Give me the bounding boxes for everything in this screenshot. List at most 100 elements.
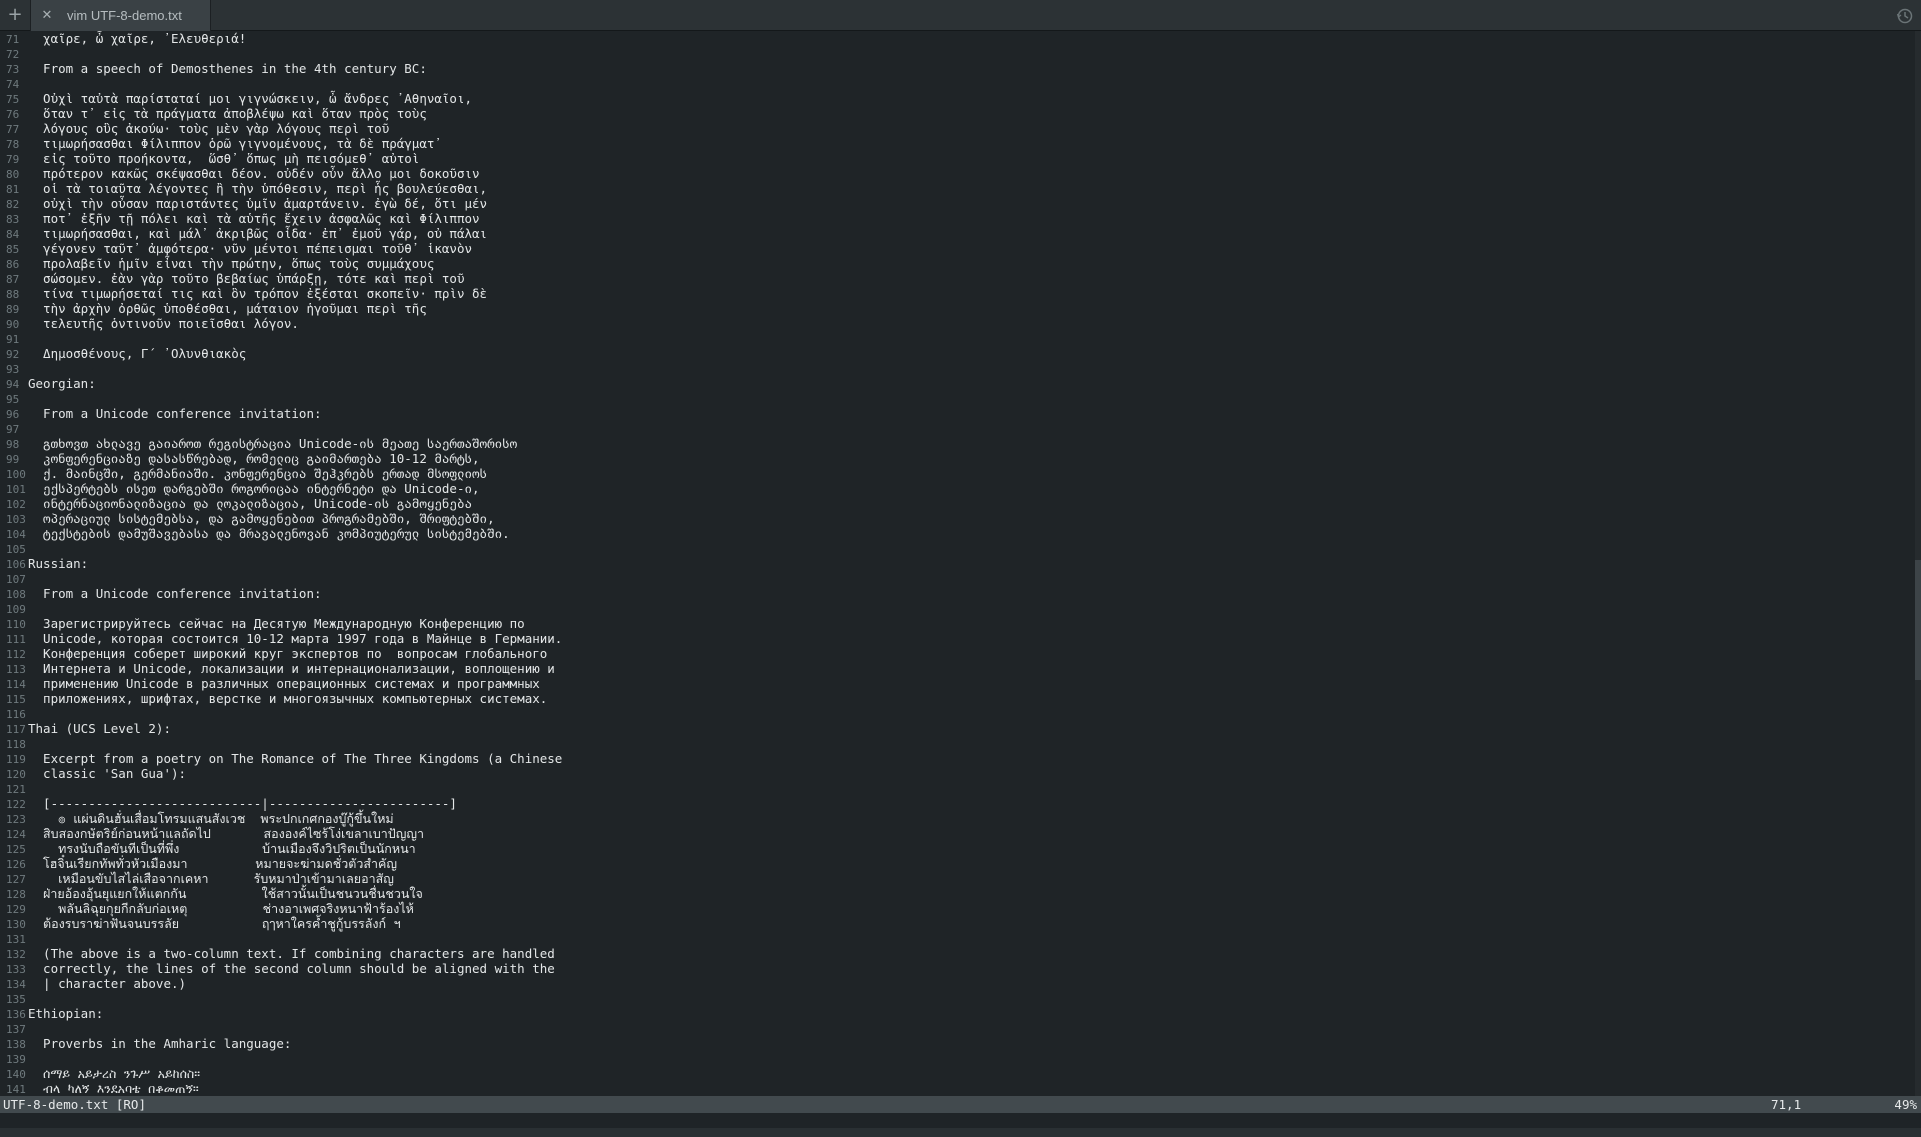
line-number: 104 bbox=[6, 528, 26, 541]
editor-line[interactable]: 83 ποτ᾿ ἐξῆν τῇ πόλει καὶ τὰ αὑτῆς ἔχειν… bbox=[0, 211, 1915, 226]
editor-line[interactable]: 77 λόγους οὓς ἀκούω· τοὺς μὲν γὰρ λόγους… bbox=[0, 121, 1915, 136]
editor-line[interactable]: 105 bbox=[0, 541, 1915, 556]
editor-line[interactable]: 74 bbox=[0, 76, 1915, 91]
editor-line[interactable]: 86 προλαβεῖν ἡμῖν εἶναι τὴν πρώτην, ὅπως… bbox=[0, 256, 1915, 271]
editor-line[interactable]: 135 bbox=[0, 991, 1915, 1006]
editor-line[interactable]: 131 bbox=[0, 931, 1915, 946]
editor-line[interactable]: 114 применению Unicode в различных опера… bbox=[0, 676, 1915, 691]
editor-line[interactable]: 116 bbox=[0, 706, 1915, 721]
editor-line[interactable]: 104 ტექსტების დამუშავებასა და მრავალენოვ… bbox=[0, 526, 1915, 541]
editor-buffer[interactable]: 71 χαῖρε, ὦ χαῖρε, ᾿Ελευθεριά! 72 73 From … bbox=[0, 31, 1915, 1096]
editor-line[interactable]: 127 เหมือนขับไสไล่เสือจากเคหา รับหมาป่าเ… bbox=[0, 871, 1915, 886]
editor-line[interactable]: 140 ሰማይ አይታረስ ንጉሥ አይከሰስ። bbox=[0, 1066, 1915, 1081]
editor-line[interactable]: 121 bbox=[0, 781, 1915, 796]
editor-line[interactable]: 119 Excerpt from a poetry on The Romance… bbox=[0, 751, 1915, 766]
line-number: 111 bbox=[6, 633, 26, 646]
line-text: τελευτῆς ὁντινοῦν ποιεῖσθαι λόγον. bbox=[28, 316, 299, 331]
line-number: 127 bbox=[6, 873, 26, 886]
editor-line[interactable]: 139 bbox=[0, 1051, 1915, 1066]
editor-line[interactable]: 92 Δημοσθένους, Γ´ ᾿Ολυνθιακὸς bbox=[0, 346, 1915, 361]
editor-line[interactable]: 117 Thai (UCS Level 2): bbox=[0, 721, 1915, 736]
editor-line[interactable]: 115 приложениях, шрифтах, верстке и мног… bbox=[0, 691, 1915, 706]
tab-bar: + ✕ vim UTF-8-demo.txt bbox=[0, 0, 1921, 31]
editor-line[interactable]: 90 τελευτῆς ὁντινοῦν ποιεῖσθαι λόγον. bbox=[0, 316, 1915, 331]
line-number: 93 bbox=[6, 363, 20, 376]
editor-line[interactable]: 137 bbox=[0, 1021, 1915, 1036]
scrollbar-thumb[interactable] bbox=[1915, 560, 1921, 680]
editor-line[interactable]: 98 გთხოვთ ახლავე გაიაროთ რეგისტრაცია Uni… bbox=[0, 436, 1915, 451]
editor-line[interactable]: 124 สิบสองกษัตริย์ก่อนหน้าแลถัดไป สององค… bbox=[0, 826, 1915, 841]
line-text: correctly, the lines of the second colum… bbox=[28, 961, 555, 976]
editor-line[interactable]: 100 ქ. მაინცში, გერმანიაში. კონფერენცია … bbox=[0, 466, 1915, 481]
editor-line[interactable]: 133 correctly, the lines of the second c… bbox=[0, 961, 1915, 976]
line-text: Russian: bbox=[28, 556, 89, 571]
line-number: 122 bbox=[6, 798, 26, 811]
editor-line[interactable]: 108 From a Unicode conference invitation… bbox=[0, 586, 1915, 601]
editor-line[interactable]: 132 (The above is a two-column text. If … bbox=[0, 946, 1915, 961]
editor-line[interactable]: 87 σώσομεν. ἐὰν γὰρ τοῦτο βεβαίως ὑπάρξῃ… bbox=[0, 271, 1915, 286]
editor-line[interactable]: 136 Ethiopian: bbox=[0, 1006, 1915, 1021]
editor-line[interactable]: 125 ทรงนับถือขันทีเป็นที่พึ่ง บ้านเมืองจ… bbox=[0, 841, 1915, 856]
new-tab-button[interactable]: + bbox=[0, 0, 30, 31]
editor-line[interactable]: 89 τὴν ἀρχὴν ὀρθῶς ὑποθέσθαι, μάταιον ἡγ… bbox=[0, 301, 1915, 316]
editor-line[interactable]: 141 ብላ ካለኝ እንደአባቴ በቆመጠኝ። bbox=[0, 1081, 1915, 1096]
editor-line[interactable]: 96 From a Unicode conference invitation: bbox=[0, 406, 1915, 421]
close-tab-icon[interactable]: ✕ bbox=[37, 0, 57, 31]
line-number: 98 bbox=[6, 438, 20, 451]
editor-line[interactable]: 129 พลันลิฉุยกุยกีกลับก่อเหตุ ช่างอาเพศจ… bbox=[0, 901, 1915, 916]
editor-line[interactable]: 72 bbox=[0, 46, 1915, 61]
editor-line[interactable]: 97 bbox=[0, 421, 1915, 436]
line-text: (The above is a two-column text. If comb… bbox=[28, 946, 555, 961]
line-text: ሰማይ አይታረስ ንጉሥ አይከሰስ። bbox=[28, 1066, 201, 1081]
editor-line[interactable]: 120 classic 'San Gua'): bbox=[0, 766, 1915, 781]
line-text: λόγους οὓς ἀκούω· τοὺς μὲν γὰρ λόγους πε… bbox=[28, 121, 390, 136]
editor-line[interactable]: 110 Зарегистрируйтесь сейчас на Десятую … bbox=[0, 616, 1915, 631]
editor-line[interactable]: 88 τίνα τιμωρήσεταί τις καὶ ὃν τρόπον ἐξ… bbox=[0, 286, 1915, 301]
editor-line[interactable]: 101 ექსპერტებს ისეთ დარგებში როგორიცაა ი… bbox=[0, 481, 1915, 496]
editor-line[interactable]: 122 [----------------------------|------… bbox=[0, 796, 1915, 811]
editor-line[interactable]: 99 კონფერენციაზე დასასწრებად, რომელიც გა… bbox=[0, 451, 1915, 466]
editor-line[interactable]: 106 Russian: bbox=[0, 556, 1915, 571]
editor-line[interactable]: 93 bbox=[0, 361, 1915, 376]
editor-line[interactable]: 126 โฮจิ๋นเรียกทัพทั่วหัวเมืองมา หมายจะฆ… bbox=[0, 856, 1915, 871]
editor-line[interactable]: 128 ฝ่ายอ้องอุ้นยุแยกให้แตกกัน ใช้สาวนั้… bbox=[0, 886, 1915, 901]
editor-line[interactable]: 138 Proverbs in the Amharic language: bbox=[0, 1036, 1915, 1051]
line-text: კონფერენციაზე დასასწრებად, რომელიც გაიმა… bbox=[28, 451, 480, 466]
editor-line[interactable]: 94 Georgian: bbox=[0, 376, 1915, 391]
line-number: 101 bbox=[6, 483, 26, 496]
status-line: UTF-8-demo.txt [RO] 71,1 49% bbox=[0, 1096, 1921, 1113]
editor-line[interactable]: 91 bbox=[0, 331, 1915, 346]
editor-line[interactable]: 111 Unicode, которая состоится 10-12 мар… bbox=[0, 631, 1915, 646]
editor-line[interactable]: 95 bbox=[0, 391, 1915, 406]
editor-line[interactable]: 81 οἱ τὰ τοιαῦτα λέγοντες ἢ τὴν ὑπόθεσιν… bbox=[0, 181, 1915, 196]
line-number: 91 bbox=[6, 333, 20, 346]
line-number: 90 bbox=[6, 318, 20, 331]
editor-line[interactable]: 134 | character above.) bbox=[0, 976, 1915, 991]
editor-line[interactable]: 75 Οὐχὶ ταὐτὰ παρίσταταί μοι γιγνώσκειν,… bbox=[0, 91, 1915, 106]
editor-line[interactable]: 109 bbox=[0, 601, 1915, 616]
editor-line[interactable]: 123 ๏ แผ่นดินฮั่นเสื่อมโทรมแสนสังเวช พระ… bbox=[0, 811, 1915, 826]
editor-line[interactable]: 112 Конференция соберет широкий круг экс… bbox=[0, 646, 1915, 661]
editor-line[interactable]: 102 ინტერნაციონალიზაცია და ლოკალიზაცია, … bbox=[0, 496, 1915, 511]
editor-line[interactable]: 130 ต้องรบราฆ่าฟันจนบรรลัย ฤๅหาใครค้ำชูก… bbox=[0, 916, 1915, 931]
line-number: 138 bbox=[6, 1038, 26, 1051]
editor-line[interactable]: 78 τιμωρήσασθαι Φίλιππον ὁρῶ γιγνομένους… bbox=[0, 136, 1915, 151]
editor-line[interactable]: 107 bbox=[0, 571, 1915, 586]
editor-line[interactable]: 85 γέγονεν ταῦτ᾿ ἀμφότερα· νῦν μέντοι πέ… bbox=[0, 241, 1915, 256]
history-icon[interactable] bbox=[1895, 6, 1915, 26]
editor-line[interactable]: 84 τιμωρήσασθαι, καὶ μάλ᾿ ἀκριβῶς οἶδα· … bbox=[0, 226, 1915, 241]
tab-vim-utf8-demo[interactable]: ✕ vim UTF-8-demo.txt bbox=[30, 0, 211, 31]
editor-line[interactable]: 113 Интернета и Unicode, локализации и и… bbox=[0, 661, 1915, 676]
editor-line[interactable]: 103 ოპერაციულ სისტემებსა, და გამოყენებით… bbox=[0, 511, 1915, 526]
line-text: ποτ᾿ ἐξῆν τῇ πόλει καὶ τὰ αὑτῆς ἔχειν ἀσ… bbox=[28, 211, 480, 226]
editor-line[interactable]: 79 εἰς τοῦτο προήκοντα, ὥσθ᾿ ὅπως μὴ πει… bbox=[0, 151, 1915, 166]
editor-line[interactable]: 71 χαῖρε, ὦ χαῖρε, ᾿Ελευθεριά! bbox=[0, 31, 1915, 46]
editor-line[interactable]: 73 From a speech of Demosthenes in the 4… bbox=[0, 61, 1915, 76]
line-text: τὴν ἀρχὴν ὀρθῶς ὑποθέσθαι, μάταιον ἡγοῦμ… bbox=[28, 301, 427, 316]
editor-line[interactable]: 80 πρότερον κακῶς σκέψασθαι δέον. οὐδέν … bbox=[0, 166, 1915, 181]
editor-line[interactable]: 76 ὅταν τ᾿ εἰς τὰ πράγματα ἀποβλέψω καὶ … bbox=[0, 106, 1915, 121]
line-text: ქ. მაინცში, გერმანიაში. კონფერენცია შეჰკ… bbox=[28, 466, 488, 481]
line-text: Конференция соберет широкий круг эксперт… bbox=[28, 646, 548, 661]
editor-line[interactable]: 118 bbox=[0, 736, 1915, 751]
editor-line[interactable]: 82 οὐχὶ τὴν οὖσαν παριστάντες ὑμῖν ἁμαρτ… bbox=[0, 196, 1915, 211]
